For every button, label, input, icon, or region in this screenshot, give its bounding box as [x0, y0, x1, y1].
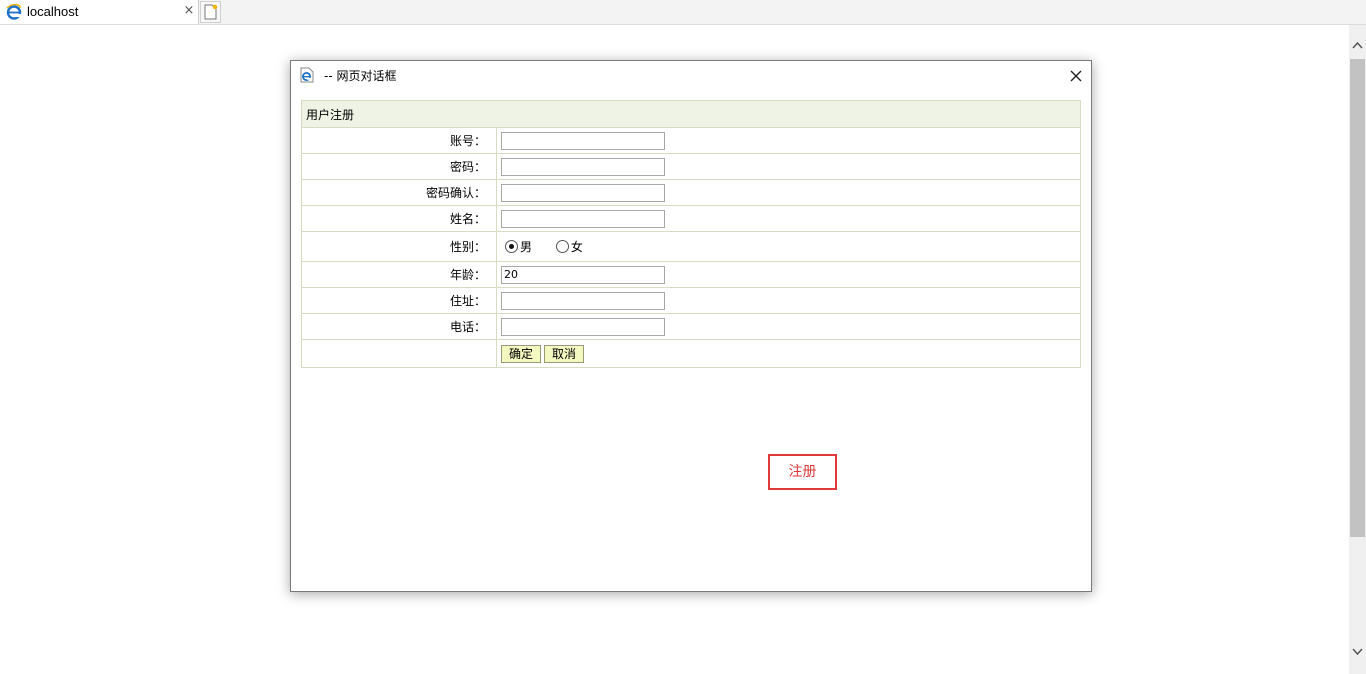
close-icon[interactable]	[1066, 66, 1086, 86]
gender-female-label: 女	[570, 239, 583, 254]
account-input[interactable]	[501, 131, 665, 150]
password-input[interactable]	[501, 157, 665, 176]
new-tab-icon	[204, 4, 218, 20]
register-annotation: 注册	[768, 454, 837, 490]
dialog-title: -- 网页对话框	[324, 69, 397, 83]
tab-close-icon[interactable]: ×	[182, 3, 196, 19]
new-tab-button[interactable]	[200, 1, 221, 23]
name-label: 姓名：	[301, 205, 497, 232]
ie-document-icon	[299, 67, 315, 83]
age-label: 年龄：	[301, 261, 497, 288]
vertical-scrollbar[interactable]	[1349, 25, 1366, 674]
form-header: 用户注册	[301, 100, 1081, 128]
gender-male-label: 男	[520, 239, 533, 254]
ie-icon	[6, 3, 22, 20]
phone-label: 电话：	[301, 313, 497, 340]
cancel-button[interactable]: 取消	[544, 344, 585, 363]
password-confirm-input[interactable]	[501, 183, 665, 202]
account-label: 账号：	[301, 127, 497, 154]
confirm-button[interactable]: 确定	[501, 344, 542, 363]
password-label: 密码：	[301, 153, 497, 180]
scroll-up-icon[interactable]	[1349, 37, 1366, 54]
gender-label: 性别：	[301, 231, 497, 262]
radio-unselected-icon[interactable]	[555, 239, 569, 253]
password-confirm-label: 密码确认：	[301, 179, 497, 206]
gender-female-radio[interactable]: 女	[555, 238, 583, 255]
web-page-dialog: -- 网页对话框 用户注册 账号： 密码： 密码确认： 姓名： 性别： 男 女 …	[290, 60, 1092, 592]
address-label: 住址：	[301, 287, 497, 314]
age-input[interactable]	[501, 265, 665, 284]
tab-title: localhost	[27, 4, 79, 19]
phone-input[interactable]	[501, 317, 665, 336]
scroll-thumb[interactable]	[1350, 59, 1365, 537]
browser-tab-bar: localhost ×	[0, 0, 1366, 25]
browser-tab[interactable]: localhost ×	[0, 0, 199, 24]
radio-selected-icon[interactable]	[505, 239, 518, 253]
scroll-down-icon[interactable]	[1349, 643, 1366, 660]
registration-form: 用户注册 账号： 密码： 密码确认： 姓名： 性别： 男 女 年龄： 20 住址…	[301, 100, 1081, 368]
address-input[interactable]	[501, 291, 665, 310]
button-row-spacer	[301, 339, 497, 368]
gender-male-radio[interactable]: 男	[505, 238, 532, 255]
name-input[interactable]	[501, 209, 665, 228]
